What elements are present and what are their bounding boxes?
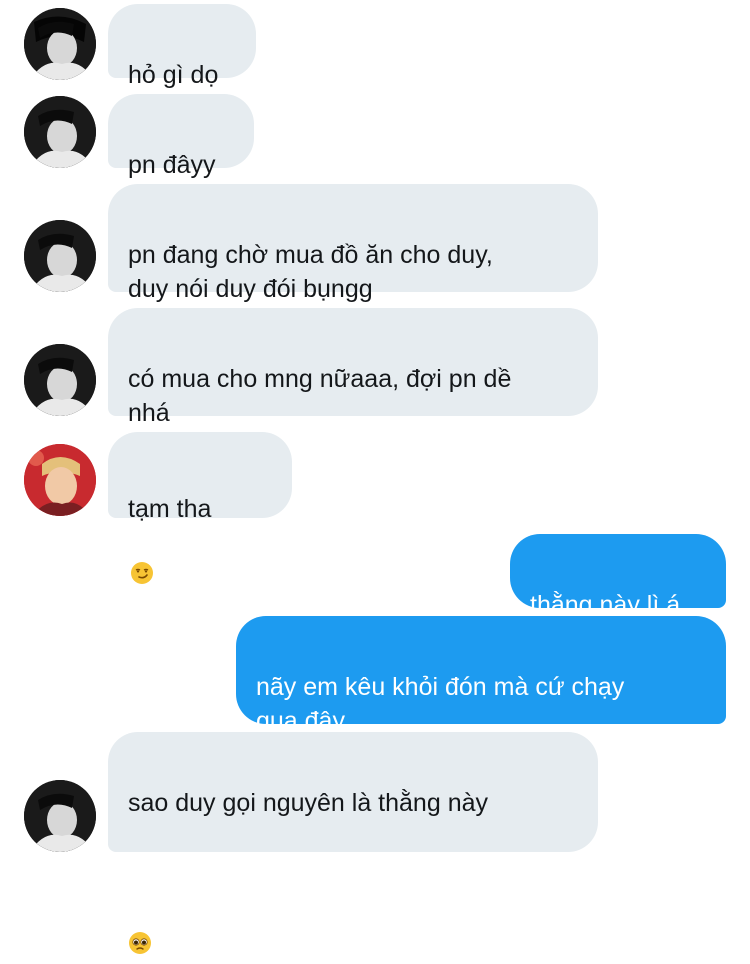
message-text: pn đang chờ mua đồ ăn cho duy, duy nói d…: [128, 241, 493, 303]
message-bubble[interactable]: pn đang chờ mua đồ ăn cho duy, duy nói d…: [108, 184, 598, 303]
message-text: hỏ gì dọ: [128, 61, 219, 89]
message-text: có mua cho mng nữaaa, đợi pn dề nhá: [128, 365, 512, 427]
message-text: pn đâyy: [128, 151, 216, 179]
avatar[interactable]: [24, 780, 96, 852]
message-bubble[interactable]: có mua cho mng nữaaa, đợi pn dề nhá: [108, 308, 598, 427]
message-text: thằng này lì á: [530, 591, 681, 619]
message-bubble[interactable]: sao duy gọi nguyên là thằng này: [108, 732, 598, 954]
avatar[interactable]: [24, 8, 96, 80]
message-bubble[interactable]: thằng này lì á: [510, 534, 726, 619]
message-bubble[interactable]: tạm tha: [108, 432, 292, 584]
chat-thread: hỏ gì dọ pn đâyy pn đang chờ mua đồ ăn c…: [0, 0, 750, 954]
message-bubble[interactable]: pn đâyy: [108, 94, 254, 179]
avatar[interactable]: [24, 96, 96, 168]
message-bubble[interactable]: hỏ gì dọ: [108, 4, 256, 89]
avatar[interactable]: [24, 444, 96, 516]
message-text: nãy em kêu khỏi đón mà cứ chạy qua đây: [256, 673, 625, 735]
smirk-emoji-icon: [130, 526, 154, 584]
message-text: tạm tha: [128, 495, 212, 523]
message-bubble[interactable]: nãy em kêu khỏi đón mà cứ chạy qua đây: [236, 616, 726, 735]
avatar[interactable]: [24, 344, 96, 416]
message-text: sao duy gọi nguyên là thằng này: [128, 789, 488, 817]
avatar[interactable]: [24, 220, 96, 292]
pleading-emoji-icon: [128, 896, 152, 954]
